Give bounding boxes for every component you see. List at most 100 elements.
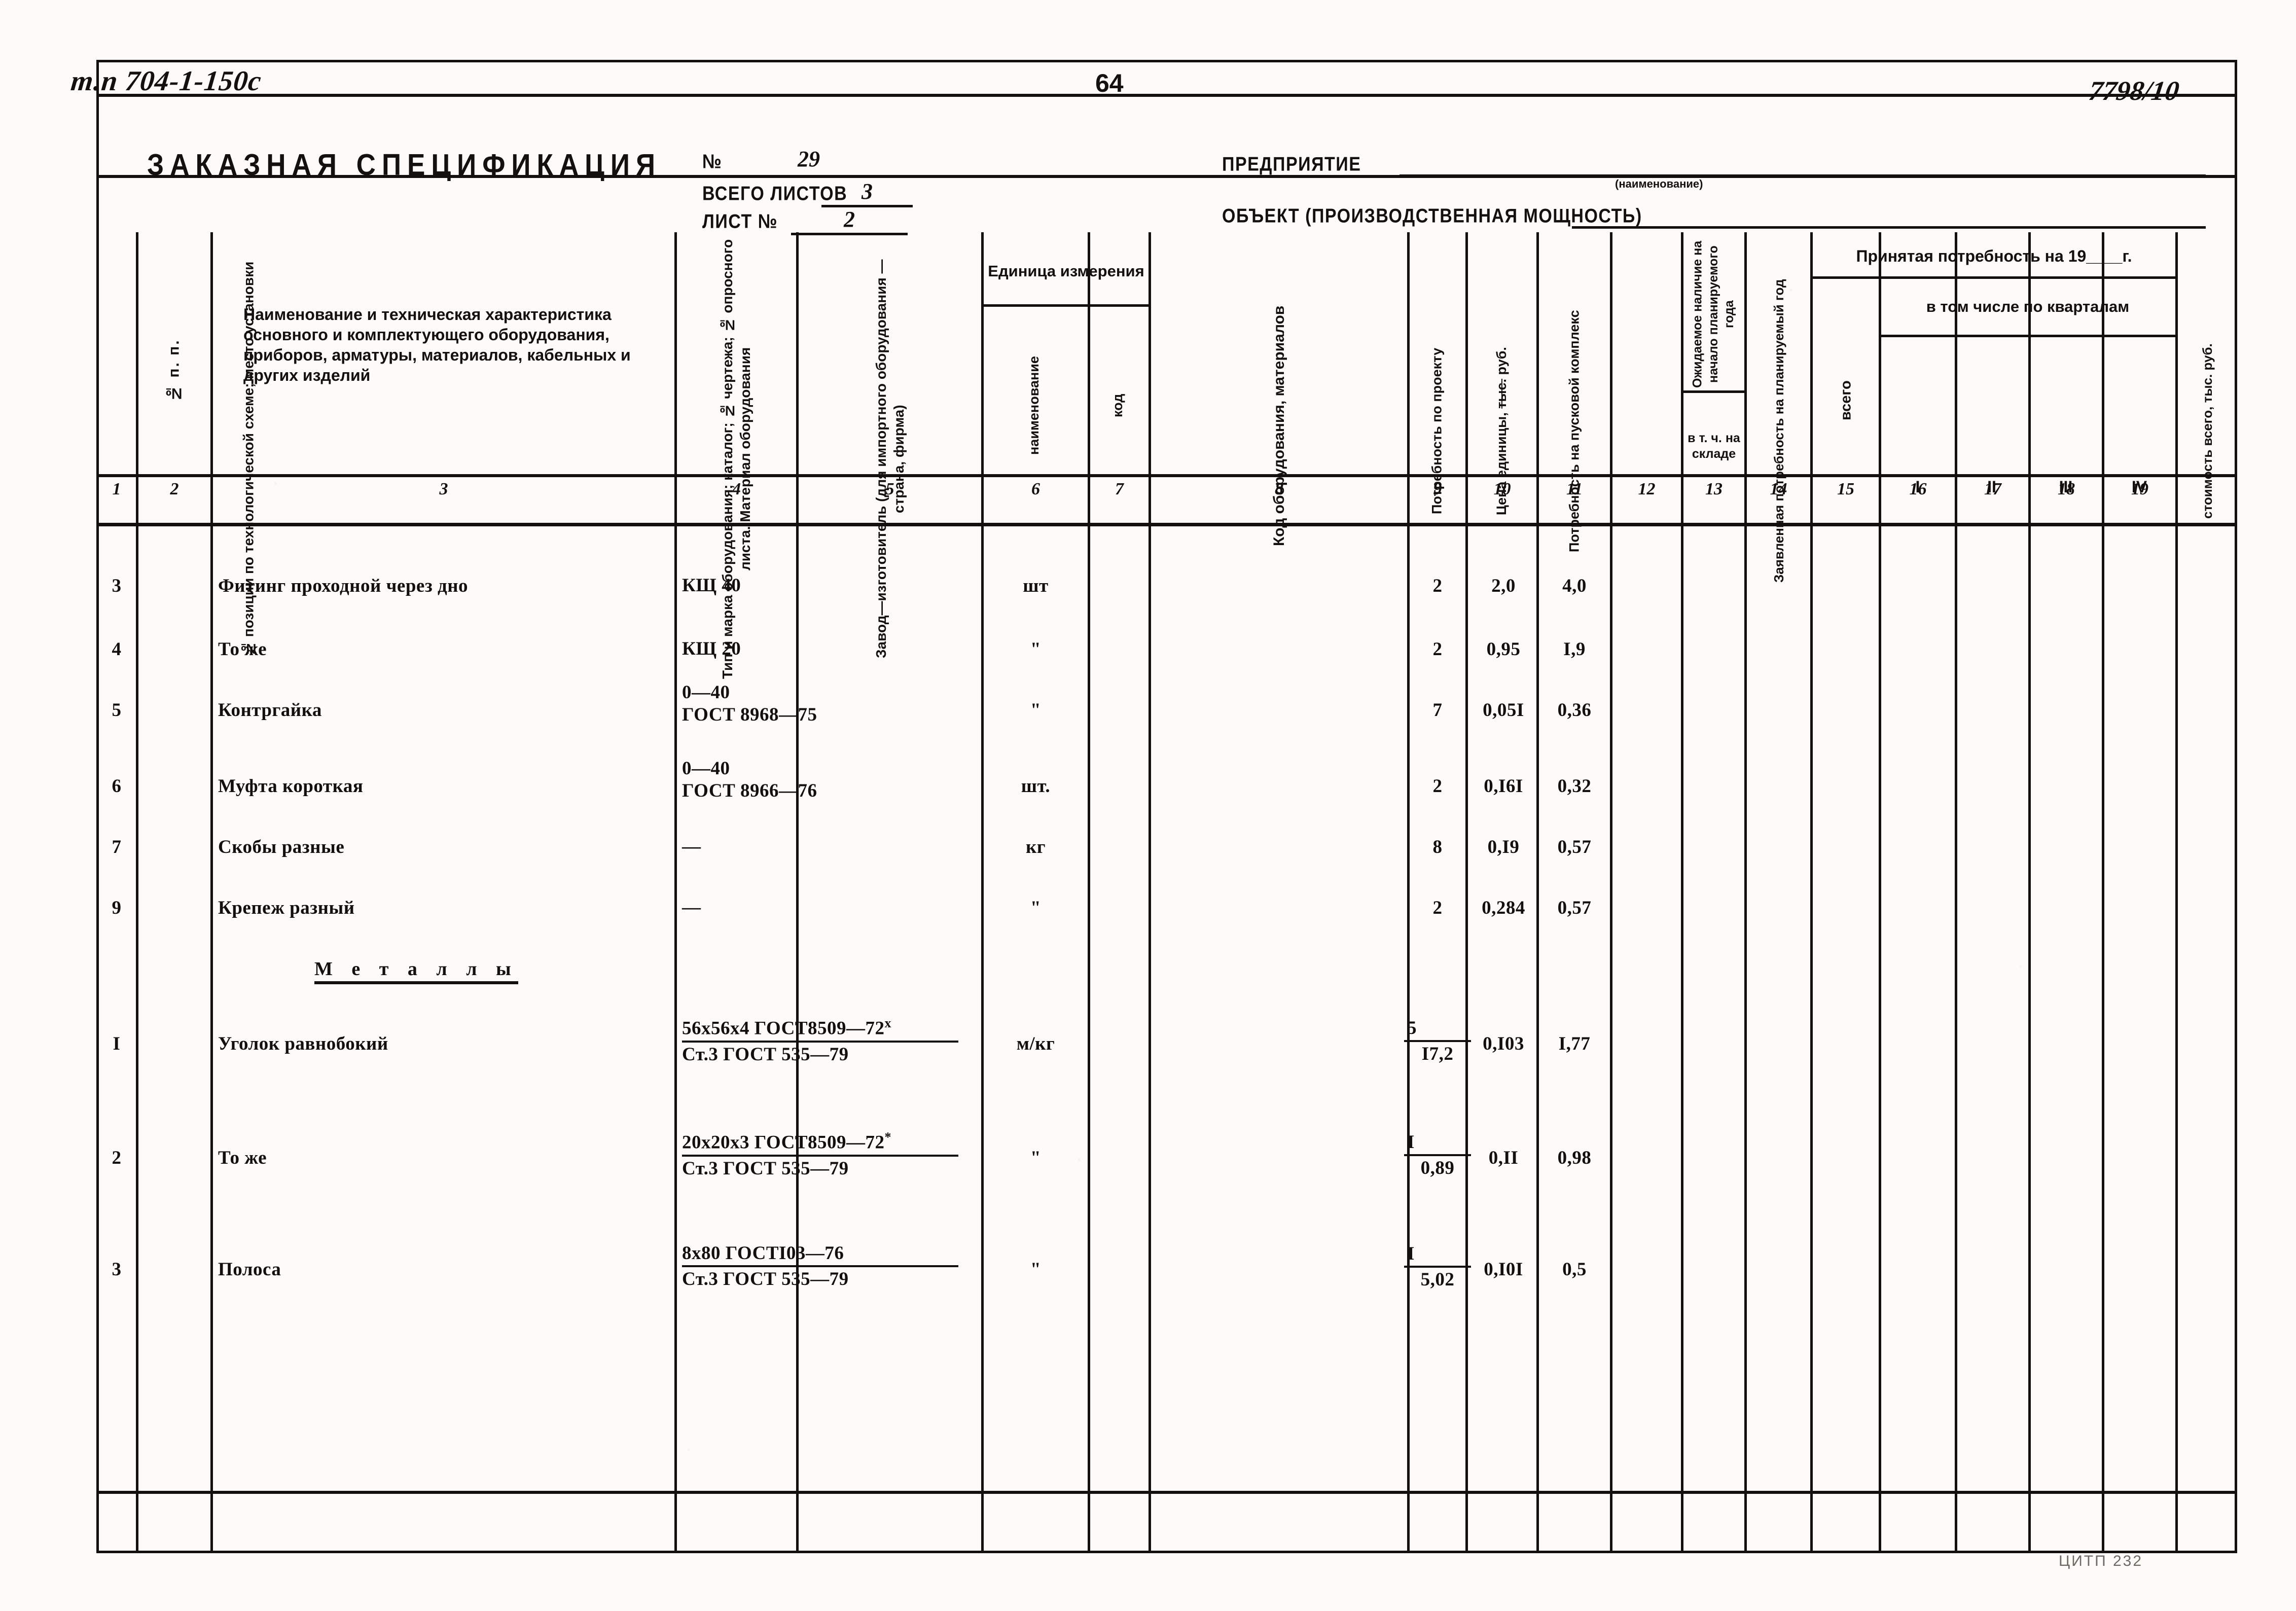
row-startup: 0,57 (1557, 836, 1592, 857)
colnum-13: 13 (1705, 480, 1723, 498)
header-quarters-group: в том числе по кварталам (1926, 297, 2130, 315)
row-qty: 8 (1432, 836, 1443, 857)
row-qty: 2 (1432, 638, 1443, 660)
enterprise-hint: (наименование) (1615, 177, 1703, 190)
row-number: 7 (112, 836, 122, 857)
row-price: 0,I0I (1484, 1259, 1523, 1280)
row-type-line2: ГОСТ 8968—75 (682, 704, 817, 725)
row-unit: шт. (1021, 775, 1051, 797)
page-title: ЗАКАЗНАЯ СПЕЦИФИКАЦИЯ (147, 148, 662, 182)
row-unit: " (1030, 1147, 1042, 1168)
row-startup: 0,98 (1557, 1147, 1592, 1168)
row-qty-numerator: I (1404, 1132, 1471, 1156)
rule-body-bottom (99, 1491, 2235, 1494)
row-name: То же (218, 1147, 267, 1168)
row-qty-denominator: 5,02 (1420, 1269, 1455, 1290)
row-type: 56х56х4 ГОСТ8509—72х Ст.3 ГОСТ 535—79 (682, 1010, 996, 1071)
colnum-15: 15 (1837, 480, 1854, 498)
row-name: Муфта короткая (218, 775, 364, 797)
row-number: 3 (112, 575, 122, 596)
row-startup: 0,5 (1562, 1259, 1587, 1280)
row-number: 6 (112, 775, 122, 797)
row-unit: " (1030, 1259, 1042, 1280)
header-col-5: Завод—изготовитель (для импортного обору… (873, 259, 907, 659)
row-type-superscript: х (884, 1016, 891, 1031)
row-startup: I,9 (1563, 638, 1586, 660)
row-type: 0—40 ГОСТ 8968—75 (682, 682, 976, 725)
rule-quarters-group (1879, 335, 2175, 337)
vline-11 (1610, 232, 1612, 1553)
row-type-line2: Ст.3 ГОСТ 535—79 (682, 1269, 849, 1290)
row-unit: м/кг (1016, 1033, 1055, 1054)
object-field[interactable] (1572, 202, 2206, 229)
row-unit: кг (1025, 836, 1046, 857)
header-col-12: Ожидаемое наличие на начало планируемого… (1690, 240, 1737, 388)
enterprise-label: ПРЕДПРИЯТИЕ (1222, 153, 1361, 175)
row-qty: 2 (1432, 575, 1443, 596)
row-price: 0,284 (1482, 897, 1525, 918)
row-type-line1: КЩ 20 (682, 638, 741, 659)
colnum-11: 11 (1566, 480, 1583, 498)
header-col-4: Тип и марка оборудования; каталог; № чер… (720, 239, 753, 679)
colnum-2: 2 (170, 480, 179, 498)
row-name: Фитинг проходной через дно (218, 575, 469, 596)
row-type: 0—40 ГОСТ 8966—76 (682, 758, 976, 801)
row-type: КЩ 40 (682, 570, 976, 601)
row-type-line1: — (682, 836, 701, 857)
header-col-11: Потребность на пусковой комплекс (1566, 310, 1582, 552)
total-sheets-value: 3 (862, 179, 873, 204)
row-number: 3 (112, 1259, 122, 1280)
row-qty-denominator: I7,2 (1421, 1043, 1454, 1064)
sheet-number-label: ЛИСТ № (702, 210, 778, 233)
spec-number-field[interactable]: 29 (733, 146, 885, 178)
row-type: 20х20х3 ГОСТ8509—72* Ст.3 ГОСТ 535—79 (682, 1124, 996, 1185)
row-name: Уголок равнобокий (218, 1033, 388, 1054)
row-price: 0,05I (1483, 699, 1524, 721)
colnum-6: 6 (1031, 480, 1040, 498)
scanned-page: т.п 704-1-150с 64 7798/10 ЗАКАЗНАЯ СПЕЦИ… (0, 0, 2296, 1611)
colnum-10: 10 (1493, 480, 1511, 498)
row-type: — (682, 892, 976, 923)
colnum-1: 1 (112, 480, 121, 498)
header-col-9: Потребность по проекту (1429, 347, 1445, 515)
row-type: 8х80 ГОСТI03—76 Ст.3 ГОСТ 535—79 (682, 1236, 996, 1297)
row-qty: 2 (1432, 775, 1443, 797)
rule-top-strip (99, 94, 2235, 97)
colnum-5: 5 (885, 480, 894, 498)
header-col-13: Заявленная потребность на планируемый го… (1771, 279, 1786, 583)
row-type-line1: 56х56х4 ГОСТ8509—72х (682, 1016, 958, 1043)
row-startup: 0,36 (1557, 699, 1592, 721)
row-type-line2: Ст.3 ГОСТ 535—79 (682, 1044, 849, 1065)
header-col-3: Наименование и техническая характеристик… (243, 305, 631, 384)
header-unit-group: Единица измерения (988, 262, 1144, 280)
row-startup: 4,0 (1562, 575, 1587, 596)
row-type-line1: 0—40 (682, 682, 730, 703)
colnum-3: 3 (439, 480, 448, 498)
section-title-metals: М е т а л л ы (314, 956, 619, 986)
vline-19 (2175, 232, 2178, 1553)
row-name: Контргайка (218, 699, 322, 721)
row-name: Крепеж разный (218, 897, 355, 918)
colnum-12: 12 (1638, 480, 1656, 498)
row-number: 5 (112, 699, 122, 721)
row-type-superscript: * (884, 1130, 891, 1145)
rule-c12-sub (1681, 390, 1744, 393)
row-name: Скобы разные (218, 836, 345, 857)
row-type-line1: 0—40 (682, 758, 730, 779)
sheet-number-field[interactable]: 2 (791, 206, 908, 235)
row-type-line2: Ст.3 ГОСТ 535—79 (682, 1158, 849, 1179)
row-type-line1: — (682, 897, 701, 918)
sheet-number-value: 2 (844, 207, 855, 232)
row-type-line1: 8х80 ГОСТI03—76 (682, 1243, 958, 1267)
row-unit: шт (1023, 575, 1049, 596)
vline-13 (1744, 232, 1747, 1553)
section-title-text: М е т а л л ы (314, 958, 518, 984)
colnum-18: 18 (2058, 480, 2075, 498)
row-startup: 0,32 (1557, 775, 1592, 797)
row-number: I (113, 1033, 121, 1054)
vline-3 (674, 232, 677, 1553)
total-sheets-field[interactable]: 3 (821, 178, 913, 207)
header-col-19: стоимость всего, тыс. руб. (2199, 343, 2215, 519)
row-number: 2 (112, 1147, 122, 1168)
enterprise-field[interactable] (1400, 150, 2206, 177)
